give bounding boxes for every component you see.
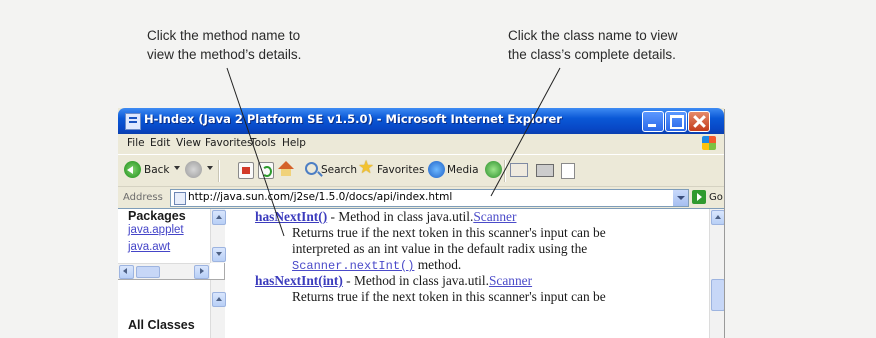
entry-description-line: Returns true if the next token in this s…	[292, 225, 606, 240]
close-button[interactable]	[688, 111, 710, 132]
entry-description-line: Returns true if the next token in this s…	[292, 289, 606, 304]
title-bar[interactable]: H-Index (Java 2 Platform SE v1.5.0) - Mi…	[118, 108, 724, 134]
favorites-button-label[interactable]: Favorites	[377, 164, 424, 176]
packages-frame: Packages java.applet java.awt	[118, 209, 226, 280]
scroll-up-arrow-icon[interactable]	[212, 210, 226, 225]
class-name-link[interactable]: Scanner	[489, 273, 532, 288]
index-entry: hasNextInt(int) - Method in class java.u…	[255, 273, 532, 289]
callout-class-line2: the class’s complete details.	[508, 47, 676, 62]
address-url[interactable]: http://java.sun.com/j2se/1.5.0/docs/api/…	[188, 191, 452, 203]
callout-method-line2: view the method’s details.	[147, 47, 302, 62]
go-arrow-icon[interactable]	[692, 190, 706, 204]
history-icon[interactable]	[485, 161, 502, 178]
back-arrow-icon[interactable]	[124, 161, 141, 178]
menu-favorites[interactable]: Favorites	[205, 137, 252, 149]
entry-kind-text: - Method in class java.util.	[342, 273, 489, 288]
entry-description-line: interpreted as an int value in the defau…	[292, 241, 588, 256]
scroll-left-arrow-icon[interactable]	[119, 265, 134, 279]
package-link-java-applet[interactable]: java.applet	[128, 224, 184, 236]
callout-method-name: Click the method name to view the method…	[147, 26, 367, 64]
index-entry: hasNextInt() - Method in class java.util…	[255, 209, 516, 225]
method-name-link[interactable]: hasNextInt()	[255, 209, 327, 224]
maximize-button[interactable]	[665, 111, 687, 132]
address-bar: Address http://java.sun.com/j2se/1.5.0/d…	[118, 186, 724, 209]
windows-logo-icon	[702, 136, 716, 150]
page-content: Packages java.applet java.awt All Classe…	[118, 208, 724, 338]
entry-kind-text: - Method in class java.util.	[327, 209, 474, 224]
packages-horizontal-scrollbar[interactable]	[118, 263, 210, 279]
class-name-link[interactable]: Scanner	[473, 209, 516, 224]
index-vertical-scrollbar[interactable]	[709, 209, 724, 338]
menu-file[interactable]: File	[127, 137, 145, 149]
menu-tools[interactable]: Tools	[250, 137, 276, 149]
callout-class-name: Click the class name to view the class’s…	[508, 26, 748, 64]
menu-help[interactable]: Help	[282, 137, 306, 149]
home-icon[interactable]	[278, 161, 294, 177]
code-method-link[interactable]: Scanner.nextInt()	[292, 259, 414, 273]
vertical-scroll-thumb[interactable]	[711, 279, 724, 311]
all-classes-heading: All Classes	[128, 318, 195, 332]
print-icon[interactable]	[536, 164, 554, 177]
stop-icon[interactable]	[238, 162, 254, 179]
entry-description-tail: method.	[414, 257, 462, 272]
address-input[interactable]: http://java.sun.com/j2se/1.5.0/docs/api/…	[170, 189, 689, 207]
forward-arrow-icon[interactable]	[185, 161, 202, 178]
address-label: Address	[123, 192, 163, 203]
address-dropdown-button[interactable]	[673, 190, 688, 206]
favorites-star-icon[interactable]: ★	[358, 159, 374, 177]
standard-toolbar: Back Search ★ Favorites Media	[118, 154, 724, 187]
menu-view[interactable]: View	[176, 137, 201, 149]
callout-class-line1: Click the class name to view	[508, 28, 678, 43]
media-icon[interactable]	[428, 161, 445, 178]
browser-window: H-Index (Java 2 Platform SE v1.5.0) - Mi…	[118, 108, 724, 338]
method-name-link[interactable]: hasNextInt(int)	[255, 273, 343, 288]
search-button-label[interactable]: Search	[321, 164, 357, 176]
media-button-label[interactable]: Media	[447, 164, 479, 176]
scroll-up-arrow-icon[interactable]	[212, 292, 226, 307]
edit-page-icon[interactable]	[561, 163, 575, 179]
back-button-label[interactable]: Back	[144, 164, 170, 176]
minimize-button[interactable]	[642, 111, 664, 132]
forward-dropdown-icon[interactable]	[207, 166, 213, 170]
refresh-icon[interactable]	[258, 162, 274, 179]
all-classes-frame: All Classes	[118, 280, 226, 338]
scroll-down-arrow-icon[interactable]	[212, 247, 226, 262]
menu-bar: File Edit View Favorites Tools Help	[118, 134, 724, 154]
mail-icon[interactable]	[510, 163, 528, 177]
entry-description-line: Scanner.nextInt() method.	[292, 257, 461, 273]
back-dropdown-icon[interactable]	[174, 166, 180, 170]
index-frame: hasNextInt() - Method in class java.util…	[225, 209, 724, 338]
classes-vertical-scrollbar[interactable]	[210, 280, 226, 338]
page-icon	[174, 192, 186, 205]
callout-method-line1: Click the method name to	[147, 28, 301, 43]
package-link-java-awt[interactable]: java.awt	[128, 241, 170, 253]
toolbar-separator	[218, 160, 220, 182]
go-button-label[interactable]: Go	[709, 192, 723, 203]
horizontal-scroll-thumb[interactable]	[136, 266, 160, 278]
packages-vertical-scrollbar[interactable]	[210, 209, 226, 263]
search-icon[interactable]	[305, 162, 318, 175]
scroll-up-arrow-icon[interactable]	[711, 210, 724, 225]
scroll-right-arrow-icon[interactable]	[194, 265, 209, 279]
ie-page-icon	[125, 113, 141, 130]
toolbar-separator	[504, 160, 506, 182]
menu-edit[interactable]: Edit	[150, 137, 170, 149]
window-title: H-Index (Java 2 Platform SE v1.5.0) - Mi…	[144, 112, 562, 126]
packages-heading: Packages	[128, 209, 186, 223]
